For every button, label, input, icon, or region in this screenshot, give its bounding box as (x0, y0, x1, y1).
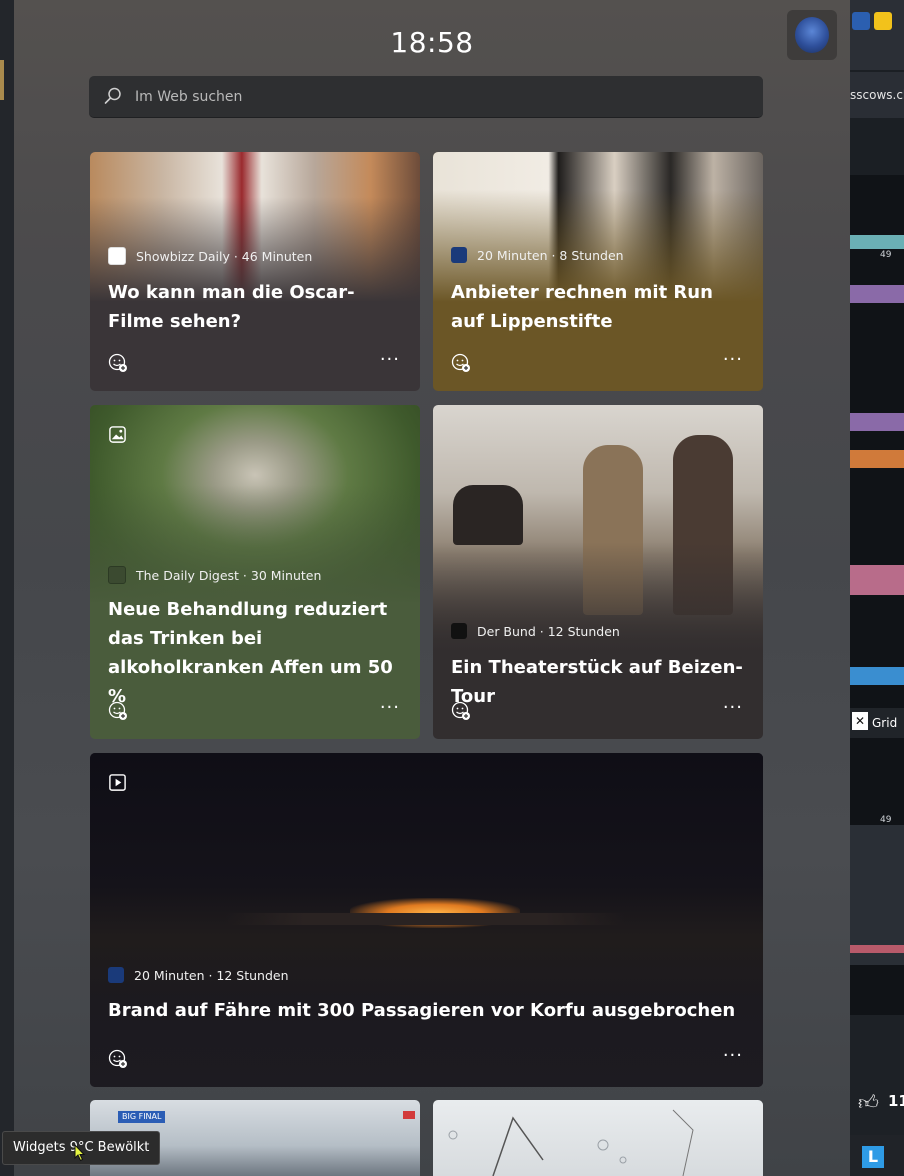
desktop-accent (0, 60, 4, 100)
source-logo-icon (451, 247, 467, 263)
taskbar-app-tile[interactable]: L (862, 1146, 884, 1168)
timeline-marker: 49 (880, 815, 892, 825)
source-logo-icon (108, 967, 124, 983)
background-footer (850, 1015, 904, 1135)
source-logo-icon (108, 566, 126, 584)
background-url-text: sscows.ch (850, 88, 904, 102)
article-image (448, 1109, 694, 1176)
article-title[interactable]: Ein Theaterstück auf Beizen-Tour (451, 653, 745, 711)
search-icon (104, 87, 121, 104)
thumbs-up-icon[interactable]: 👍︎ (858, 1090, 879, 1115)
more-options-icon[interactable]: ··· (380, 697, 400, 718)
news-card[interactable] (433, 1100, 763, 1176)
article-title[interactable]: Brand auf Fähre mit 300 Passagieren vor … (108, 996, 745, 1025)
news-card[interactable]: 20 Minuten · 8 Stunden Anbieter rechnen … (433, 152, 763, 391)
news-card[interactable]: 20 Minuten · 12 Stunden Brand auf Fähre … (90, 753, 763, 1087)
image-gallery-icon (109, 426, 126, 443)
background-app-window: sscows.ch 49 49 ✕ Grid 👍︎ 11 L (850, 0, 904, 1176)
source-text: 20 Minuten · 8 Stunden (477, 247, 624, 263)
track-band (850, 667, 904, 685)
browser-tab-icon[interactable] (874, 12, 892, 30)
article-title[interactable]: Anbieter rechnen mit Run auf Lippenstift… (451, 278, 745, 336)
avatar-image (795, 17, 829, 53)
left-desktop-edge (0, 0, 14, 1176)
article-image (90, 753, 763, 1087)
source-text: 20 Minuten · 12 Stunden (134, 967, 289, 983)
browser-tab-icon[interactable] (852, 12, 870, 30)
article-source: Der Bund · 12 Stunden (451, 623, 620, 639)
article-source: Showbizz Daily · 46 Minuten (108, 247, 312, 265)
article-title[interactable]: Wo kann man die Oscar-Filme sehen? (108, 278, 402, 336)
more-options-icon[interactable]: ··· (380, 349, 400, 370)
track-band (850, 945, 904, 953)
news-card[interactable]: The Daily Digest · 30 Minuten Neue Behan… (90, 405, 420, 739)
news-tag: BIG FINAL (118, 1111, 166, 1123)
video-play-icon (109, 774, 126, 791)
article-source: The Daily Digest · 30 Minuten (108, 566, 321, 584)
widgets-panel: 18:58 Im Web suchen Showbizz Daily · 46 … (14, 0, 850, 1176)
source-logo-icon (108, 247, 126, 265)
more-options-icon[interactable]: ··· (723, 697, 743, 718)
source-text: The Daily Digest · 30 Minuten (136, 567, 322, 583)
search-input[interactable]: Im Web suchen (89, 76, 763, 118)
article-image (433, 405, 763, 655)
reaction-add-icon[interactable] (108, 353, 128, 373)
background-app-tabbar (850, 0, 904, 70)
track-band (850, 450, 904, 468)
track-band (850, 235, 904, 249)
news-card[interactable]: Der Bund · 12 Stunden Ein Theaterstück a… (433, 405, 763, 739)
timeline-marker: 49 (880, 250, 892, 260)
track-band (850, 565, 904, 595)
search-placeholder: Im Web suchen (135, 89, 243, 105)
news-card[interactable]: Showbizz Daily · 46 Minuten Wo kann man … (90, 152, 420, 391)
source-logo-icon (451, 623, 467, 639)
source-text: Showbizz Daily · 46 Minuten (136, 248, 313, 264)
panel-clock: 18:58 (390, 26, 474, 59)
more-options-icon[interactable]: ··· (723, 1045, 743, 1066)
track-band (850, 285, 904, 303)
article-source: 20 Minuten · 8 Stunden (451, 247, 624, 263)
track-band (850, 825, 904, 965)
reaction-add-icon[interactable] (108, 1049, 128, 1069)
close-x-icon[interactable]: ✕ (852, 712, 868, 730)
grid-label: Grid (872, 716, 898, 730)
article-title[interactable]: Neue Behandlung reduziert das Trinken be… (108, 595, 402, 711)
article-source: 20 Minuten · 12 Stunden (108, 967, 289, 983)
reaction-add-icon[interactable] (451, 701, 471, 721)
channel-logo (403, 1111, 415, 1119)
reaction-add-icon[interactable] (108, 701, 128, 721)
like-count: 11 (888, 1092, 904, 1110)
mouse-cursor-icon (74, 1144, 86, 1162)
reaction-add-icon[interactable] (451, 353, 471, 373)
daw-tracks (850, 175, 904, 1015)
more-options-icon[interactable]: ··· (723, 349, 743, 370)
avatar[interactable] (787, 10, 837, 60)
source-text: Der Bund · 12 Stunden (477, 623, 620, 639)
track-band (850, 413, 904, 431)
